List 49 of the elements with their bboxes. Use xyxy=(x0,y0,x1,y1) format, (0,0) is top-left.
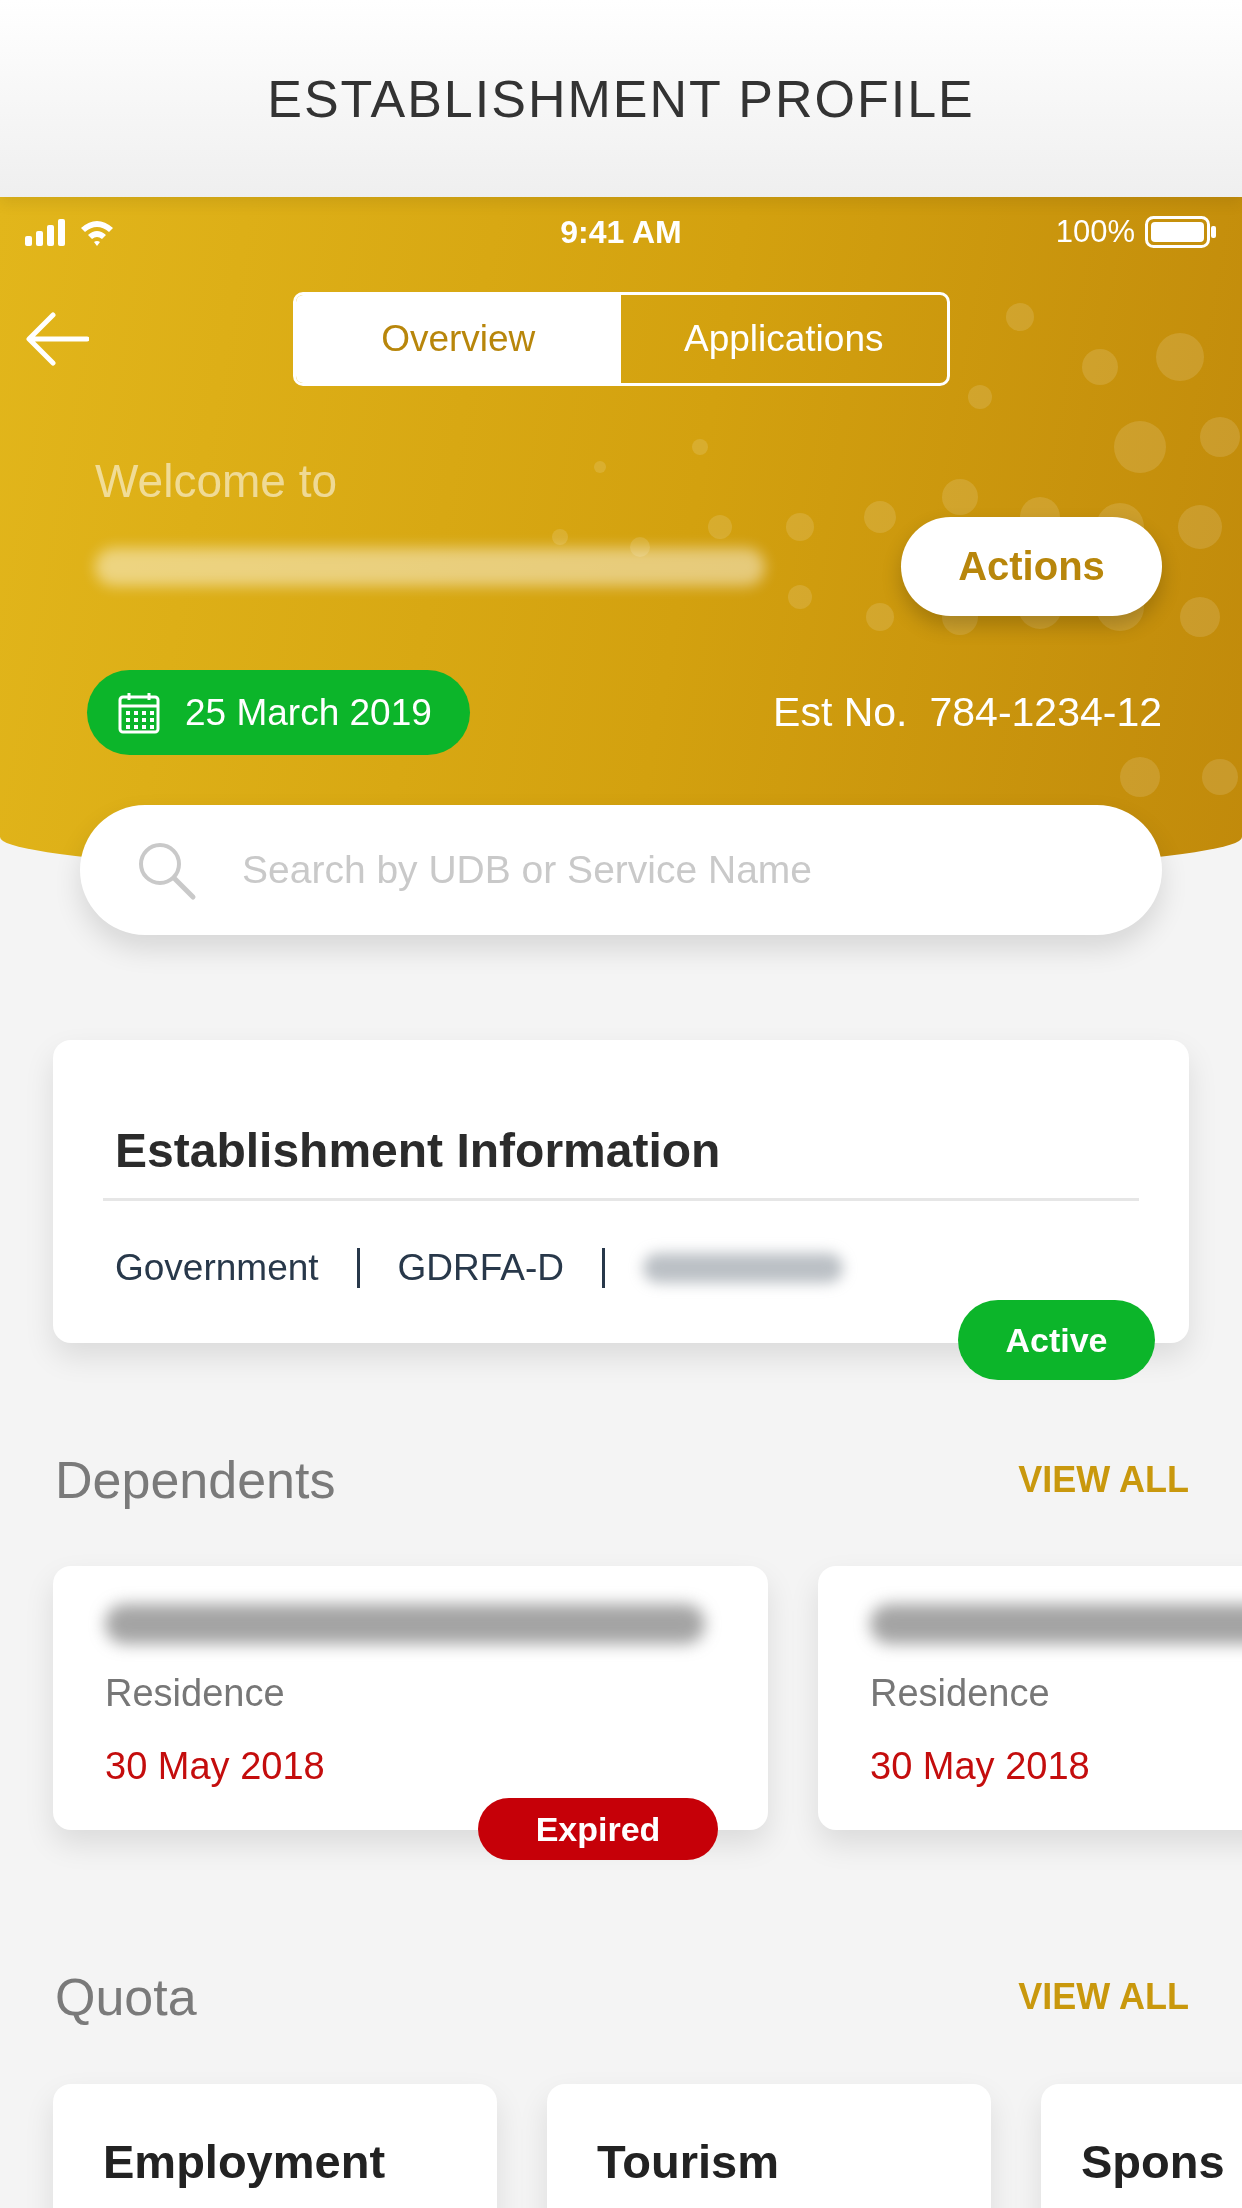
decorative-dot xyxy=(1200,417,1240,457)
calendar-icon xyxy=(117,690,161,735)
decorative-dot xyxy=(692,439,708,455)
decorative-dot xyxy=(1082,349,1118,385)
decorative-dot xyxy=(594,461,606,473)
dependent-type: Residence xyxy=(870,1672,1050,1714)
quota-name: Spons xyxy=(1081,2135,1225,2188)
section-title: Quota xyxy=(55,1967,197,2027)
expiry-date: 30 May 2018 xyxy=(105,1745,325,1787)
quota-card[interactable]: Spons xyxy=(1041,2084,1242,2208)
decorative-dot xyxy=(1006,303,1034,331)
battery-icon xyxy=(1145,216,1217,248)
decorative-dot xyxy=(1156,333,1204,381)
decorative-dot xyxy=(1120,757,1160,797)
decorative-dot xyxy=(1180,597,1220,637)
page-title: ESTABLISHMENT PROFILE xyxy=(267,68,975,129)
actions-button[interactable]: Actions xyxy=(901,517,1162,616)
back-arrow-icon[interactable] xyxy=(25,312,89,366)
decorative-dot xyxy=(788,585,812,609)
section-title: Dependents xyxy=(55,1450,336,1510)
decorative-dot xyxy=(1202,759,1238,795)
est-label: Est No. xyxy=(773,689,908,736)
decorative-dot xyxy=(968,385,992,409)
welcome-text: Welcome to xyxy=(95,455,338,507)
status-time: 9:41 AM xyxy=(560,213,682,251)
decorative-dot xyxy=(786,513,814,541)
card-title: Establishment Information xyxy=(115,1123,721,1178)
decorative-dot xyxy=(708,515,732,539)
expiry-date: 30 May 2018 xyxy=(870,1745,1090,1787)
status-badge: Expired xyxy=(478,1798,718,1860)
decorative-dot xyxy=(1114,421,1166,473)
date-badge: 25 March 2019 xyxy=(87,670,470,755)
decorative-dot xyxy=(864,501,896,533)
quota-name: Tourism xyxy=(597,2135,779,2188)
quota-name: Employment xyxy=(103,2135,386,2188)
decorative-dot xyxy=(1178,505,1222,549)
dependent-type: Residence xyxy=(105,1672,285,1714)
dependent-card[interactable]: Residence 30 May 2018 xyxy=(818,1566,1242,1830)
decorative-dot xyxy=(866,603,894,631)
est-number: 784-1234-12 xyxy=(929,689,1162,736)
quota-card[interactable]: Employment xyxy=(53,2084,497,2208)
status-badge: Active xyxy=(958,1300,1155,1380)
decorative-dot xyxy=(942,479,978,515)
detail-text: GDRFA-D xyxy=(397,1247,565,1289)
battery-percent: 100% xyxy=(1055,214,1135,250)
detail-text: Government xyxy=(115,1247,319,1289)
quota-card[interactable]: Tourism xyxy=(547,2084,991,2208)
tab[interactable]: Overview xyxy=(295,295,621,383)
decorative-dot xyxy=(552,529,568,545)
